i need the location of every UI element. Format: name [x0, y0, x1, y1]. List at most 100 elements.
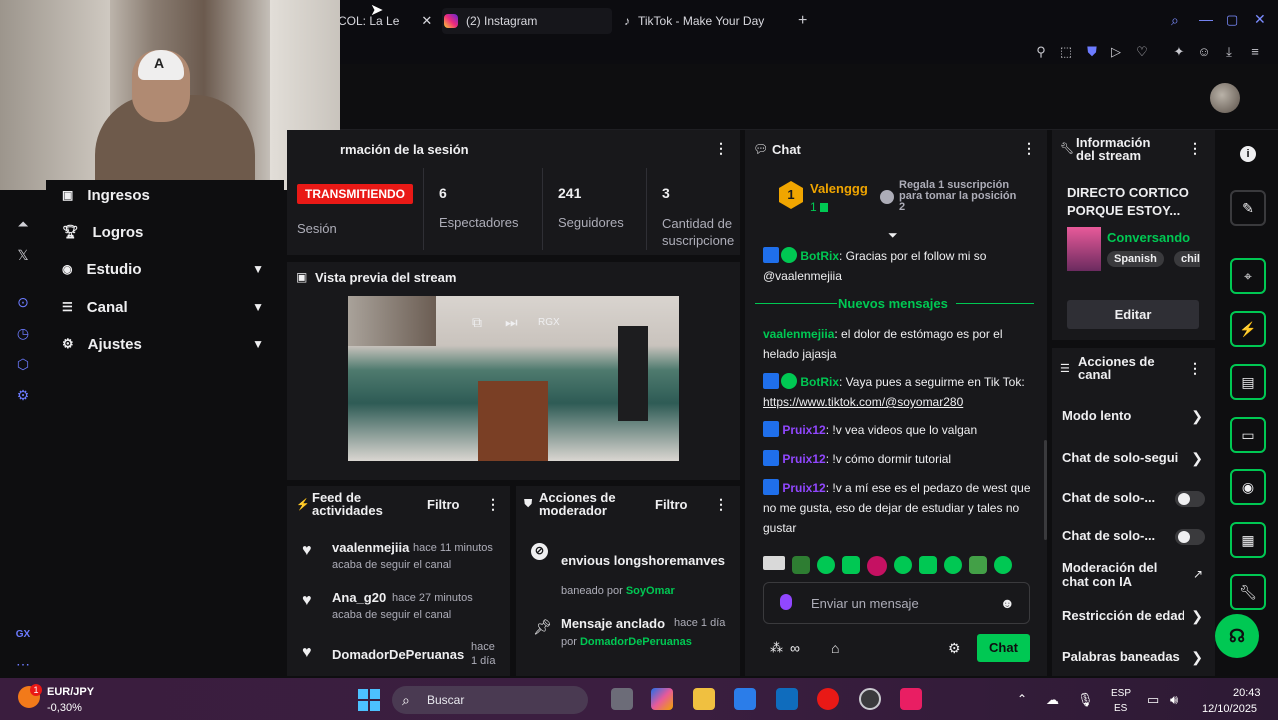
windows-start-icon[interactable]: [358, 689, 380, 711]
copilot-icon[interactable]: [651, 688, 673, 710]
settings-icon[interactable]: ⚙: [14, 386, 32, 404]
notes-icon[interactable]: ▤: [1230, 364, 1266, 400]
ban-by[interactable]: SoyOmar: [626, 585, 675, 597]
emote-icon[interactable]: [894, 556, 912, 574]
age-restriction-row[interactable]: Restricción de edad ❯: [1052, 608, 1215, 628]
edit-stream-button[interactable]: Editar: [1067, 300, 1199, 329]
pin-icon[interactable]: ⚲: [1033, 44, 1049, 60]
new-tab-button[interactable]: +: [798, 12, 807, 30]
popout-icon[interactable]: ⧉: [472, 314, 482, 331]
subs-only-row[interactable]: Chat de solo-...: [1052, 490, 1215, 510]
emote-icon[interactable]: [867, 556, 887, 576]
banned-words-row[interactable]: Palabras baneadas ❯: [1052, 649, 1215, 669]
category-thumbnail[interactable]: [1067, 227, 1101, 271]
chat-user[interactable]: Pruix12: [782, 423, 825, 437]
store-icon[interactable]: ⌂: [831, 640, 839, 656]
cube-icon[interactable]: ⬡: [14, 355, 32, 373]
points-icon[interactable]: ⁂: [770, 640, 783, 656]
threads-icon[interactable]: ⏶: [14, 215, 32, 233]
gear-icon[interactable]: ⚙: [948, 640, 961, 657]
category-name[interactable]: Conversando: [1107, 230, 1190, 245]
outlook-icon[interactable]: [776, 688, 798, 710]
edit-icon[interactable]: ✎: [1230, 190, 1266, 226]
emote-icon[interactable]: [817, 556, 835, 574]
search-tabs-icon[interactable]: ⌕: [1171, 12, 1179, 29]
emote-icon[interactable]: [969, 556, 987, 574]
task-view-icon[interactable]: [611, 688, 633, 710]
close-tab-icon[interactable]: ✕: [421, 13, 432, 29]
history-icon[interactable]: ◷: [14, 324, 32, 342]
avatar[interactable]: [1210, 83, 1240, 113]
feed-user[interactable]: vaalenmejiia: [332, 540, 409, 555]
followers-only-row[interactable]: Chat de solo-segui ❯: [1052, 450, 1215, 470]
layout-icon[interactable]: ▦: [1230, 522, 1266, 558]
stream-info-menu-icon[interactable]: ⋮: [1188, 140, 1202, 157]
expand-icon[interactable]: ⏷: [888, 228, 898, 243]
feed-user[interactable]: Ana_g20: [332, 590, 386, 605]
emote-only-toggle[interactable]: [1175, 529, 1205, 545]
emote-icon[interactable]: [994, 556, 1012, 574]
extensions-icon[interactable]: ✦: [1171, 44, 1187, 60]
microphone-icon[interactable]: 🎙︎: [1077, 692, 1094, 708]
opera-gx-icon[interactable]: [817, 688, 839, 710]
nav-ingresos[interactable]: ▣ Ingresos: [46, 180, 276, 210]
nav-estudio[interactable]: ◉ Estudio ▼: [46, 254, 276, 284]
obs-icon[interactable]: [859, 688, 881, 710]
feed-user[interactable]: DomadorDePeruanas: [332, 647, 464, 662]
emoji-icon[interactable]: ☻: [1000, 595, 1015, 611]
taskbar-search[interactable]: [392, 686, 588, 714]
x-icon[interactable]: 𝕏: [14, 246, 32, 264]
mod-menu-icon[interactable]: ⋮: [714, 496, 728, 513]
tab-active[interactable]: COL: La Le ✕: [338, 8, 434, 34]
language-code[interactable]: ESP: [1111, 688, 1131, 699]
menu-icon[interactable]: ≡: [1247, 44, 1263, 60]
subs-only-toggle[interactable]: [1175, 491, 1205, 507]
scan-icon[interactable]: ⌖: [1230, 258, 1266, 294]
session-menu-icon[interactable]: ⋮: [714, 140, 728, 157]
banned-user[interactable]: envious longshoremanves: [561, 553, 727, 568]
emote-icon[interactable]: [763, 556, 785, 570]
emote-icon[interactable]: [792, 556, 810, 574]
file-explorer-icon[interactable]: [693, 688, 715, 710]
store-icon[interactable]: [734, 688, 756, 710]
tab-tiktok[interactable]: ♪ TikTok - Make Your Day: [624, 8, 794, 34]
shield-icon[interactable]: ⛊: [1084, 44, 1100, 60]
chat-user[interactable]: BotRix: [800, 375, 839, 389]
tag-chip[interactable]: Spanish: [1107, 251, 1164, 267]
more-icon[interactable]: ⋯: [14, 655, 32, 673]
microphone-icon[interactable]: [780, 594, 792, 610]
cloud-icon[interactable]: ☁: [1046, 692, 1059, 708]
play-icon[interactable]: ▷: [1108, 44, 1124, 60]
ai-moderation-row[interactable]: Moderación del chat con IA ↗: [1052, 561, 1215, 591]
emote-icon[interactable]: [842, 556, 860, 574]
wrench-icon[interactable]: 🔧︎: [1230, 574, 1266, 610]
feed-menu-icon[interactable]: ⋮: [486, 496, 500, 513]
tag-chip[interactable]: chil: [1174, 251, 1200, 267]
clock-date[interactable]: 12/10/2025: [1202, 703, 1257, 715]
info-icon[interactable]: i: [1240, 146, 1256, 162]
chat-link[interactable]: https://www.tiktok.com/@soyomar280: [763, 395, 963, 409]
close-window-icon[interactable]: ✕: [1254, 11, 1266, 28]
maximize-icon[interactable]: ▢: [1226, 12, 1238, 28]
chat-user[interactable]: BotRix: [800, 249, 839, 263]
mod-filter-button[interactable]: Filtro: [655, 497, 688, 512]
download-icon[interactable]: ⤓: [1221, 44, 1237, 60]
infinity-icon[interactable]: ∞: [790, 640, 800, 656]
account-icon[interactable]: ☺: [1196, 44, 1212, 60]
chat-user[interactable]: Pruix12: [782, 452, 825, 466]
chat-menu-icon[interactable]: ⋮: [1022, 140, 1036, 157]
tiktok-studio-icon[interactable]: [900, 688, 922, 710]
nav-logros[interactable]: 🏆︎ Logros: [46, 217, 276, 247]
support-headset-icon[interactable]: ☊: [1215, 614, 1259, 658]
minimize-icon[interactable]: —: [1199, 11, 1213, 27]
emote-icon[interactable]: [944, 556, 962, 574]
clock-time[interactable]: 20:43: [1233, 687, 1261, 699]
emote-only-row[interactable]: Chat de solo-...: [1052, 528, 1215, 548]
slow-mode-row[interactable]: Modo lento ❯: [1052, 408, 1215, 428]
bolt-icon[interactable]: ⚡: [1230, 311, 1266, 347]
screenshot-icon[interactable]: ⬚: [1058, 44, 1074, 60]
chat-icon[interactable]: ▭: [1230, 417, 1266, 453]
skip-icon[interactable]: ⏭: [505, 314, 518, 331]
tab-instagram[interactable]: (2) Instagram: [442, 8, 612, 34]
gift-sub-text[interactable]: Regala 1 suscripción para tomar la posic…: [899, 180, 1019, 213]
